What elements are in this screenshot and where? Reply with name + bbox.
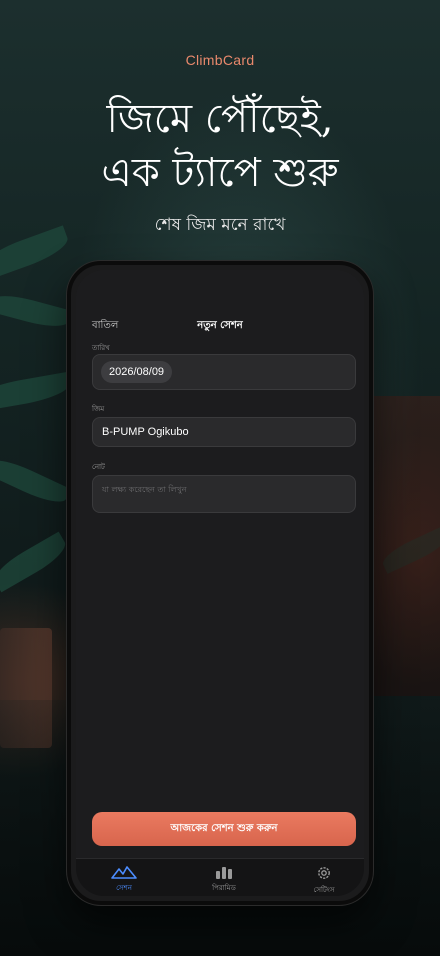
nav-bar: বাতিল নতুন সেশন	[76, 316, 364, 336]
note-field[interactable]: যা লক্ষ্য করেছেন তা লিখুন	[92, 475, 356, 513]
gym-label: জিম	[92, 405, 105, 413]
date-picker[interactable]: 2026/08/09	[101, 361, 173, 383]
phone-mockup: বাতিল নতুন সেশন তারিখ 2026/08/09 জিম B-P…	[67, 261, 373, 905]
shelf	[374, 396, 440, 696]
tab-session[interactable]: সেশন	[84, 865, 164, 894]
headline: জিমে পৌঁছেই, এক ট্যাপে শুরু	[0, 92, 440, 200]
gear-icon	[318, 867, 330, 879]
note-label: নোট	[92, 463, 105, 471]
headline-line-2: এক ট্যাপে শুরু	[101, 150, 339, 196]
tab-settings[interactable]: সেটিংস	[284, 865, 364, 896]
tab-bar: সেশন পিরামিড সেটিংস	[76, 858, 364, 896]
tab-label: সেশন	[116, 884, 132, 892]
bar-chart-icon	[216, 867, 232, 879]
date-field[interactable]: 2026/08/09	[92, 354, 356, 390]
gym-field[interactable]: B-PUMP Ogikubo	[92, 417, 356, 447]
tab-label: পিরামিড	[212, 884, 236, 892]
headline-line-1: জিমে পৌঁছেই,	[106, 96, 334, 142]
note-placeholder: যা লক্ষ্য করেছেন তা লিখুন	[102, 485, 187, 494]
brand-name: ClimbCard	[185, 52, 255, 68]
page-title: নতুন সেশন	[197, 320, 243, 331]
date-label: তারিখ	[92, 344, 110, 352]
phone-screen: বাতিল নতুন সেশন তারিখ 2026/08/09 জিম B-P…	[76, 270, 364, 896]
tab-label: সেটিংস	[313, 886, 335, 894]
gym-value: B-PUMP Ogikubo	[102, 426, 189, 438]
start-session-button[interactable]: আজকের সেশন শুরু করুন	[92, 812, 356, 846]
tab-pyramid[interactable]: পিরামিড	[184, 865, 264, 894]
mountain-icon	[111, 866, 137, 879]
subheadline: শেষ জিম মনে রাখে	[154, 215, 286, 235]
